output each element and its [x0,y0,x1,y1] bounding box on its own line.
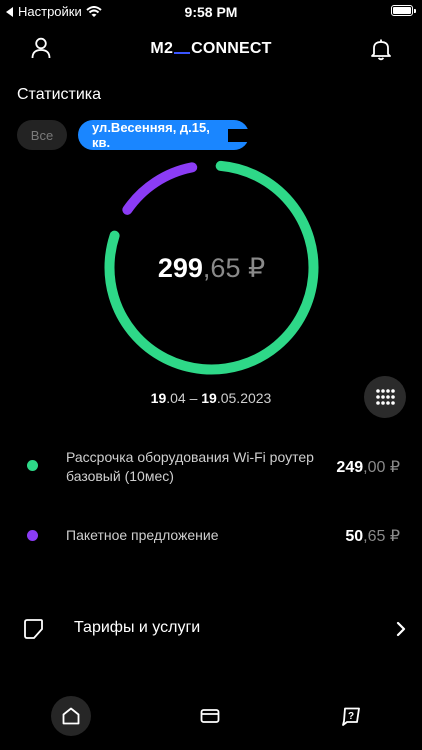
tab-support[interactable]: ? [331,696,371,736]
card-icon [200,709,220,723]
app-logo: M2 CONNECT [150,40,272,57]
home-icon [62,707,80,725]
keypad-icon [376,389,395,405]
section-title: Статистика [17,86,102,103]
bell-icon [371,39,391,61]
sim-card-icon [24,619,43,639]
item-amount-package: 50,65 ₽ [345,528,400,545]
clock: 9:58 PM [184,4,238,20]
filter-address-chip[interactable]: ул.Весенняя, д.15, кв. [78,120,249,150]
battery-icon [391,5,416,16]
notifications-button[interactable] [369,37,393,61]
filter-all-chip[interactable]: Все [17,120,67,150]
total-amount: 299,65 ₽ [157,253,266,283]
item-amount-installment: 249,00 ₽ [336,459,400,476]
keypad-button[interactable] [364,376,406,418]
logo-divider [174,52,191,54]
tariffs-menu-row[interactable]: Тарифы и услуги [0,608,422,650]
item-label-package: Пакетное предложение [66,527,219,543]
status-bar: Настройки 9:58 PM [0,0,422,24]
item-label-installment: Рассрочка оборудования Wi-Fi роутер базо… [66,449,314,484]
question-chat-icon: ? [342,707,360,726]
tab-payments[interactable] [190,696,230,736]
chevron-right-icon [396,621,406,637]
tab-home[interactable] [51,696,91,736]
svg-text:?: ? [348,711,354,722]
redacted-apartment [228,128,249,142]
legend-dot-installment [27,460,38,471]
tariffs-label: Тарифы и услуги [74,619,201,636]
billing-period: 19.04 – 19.05.2023 [150,390,272,406]
legend-dot-package [27,530,38,541]
